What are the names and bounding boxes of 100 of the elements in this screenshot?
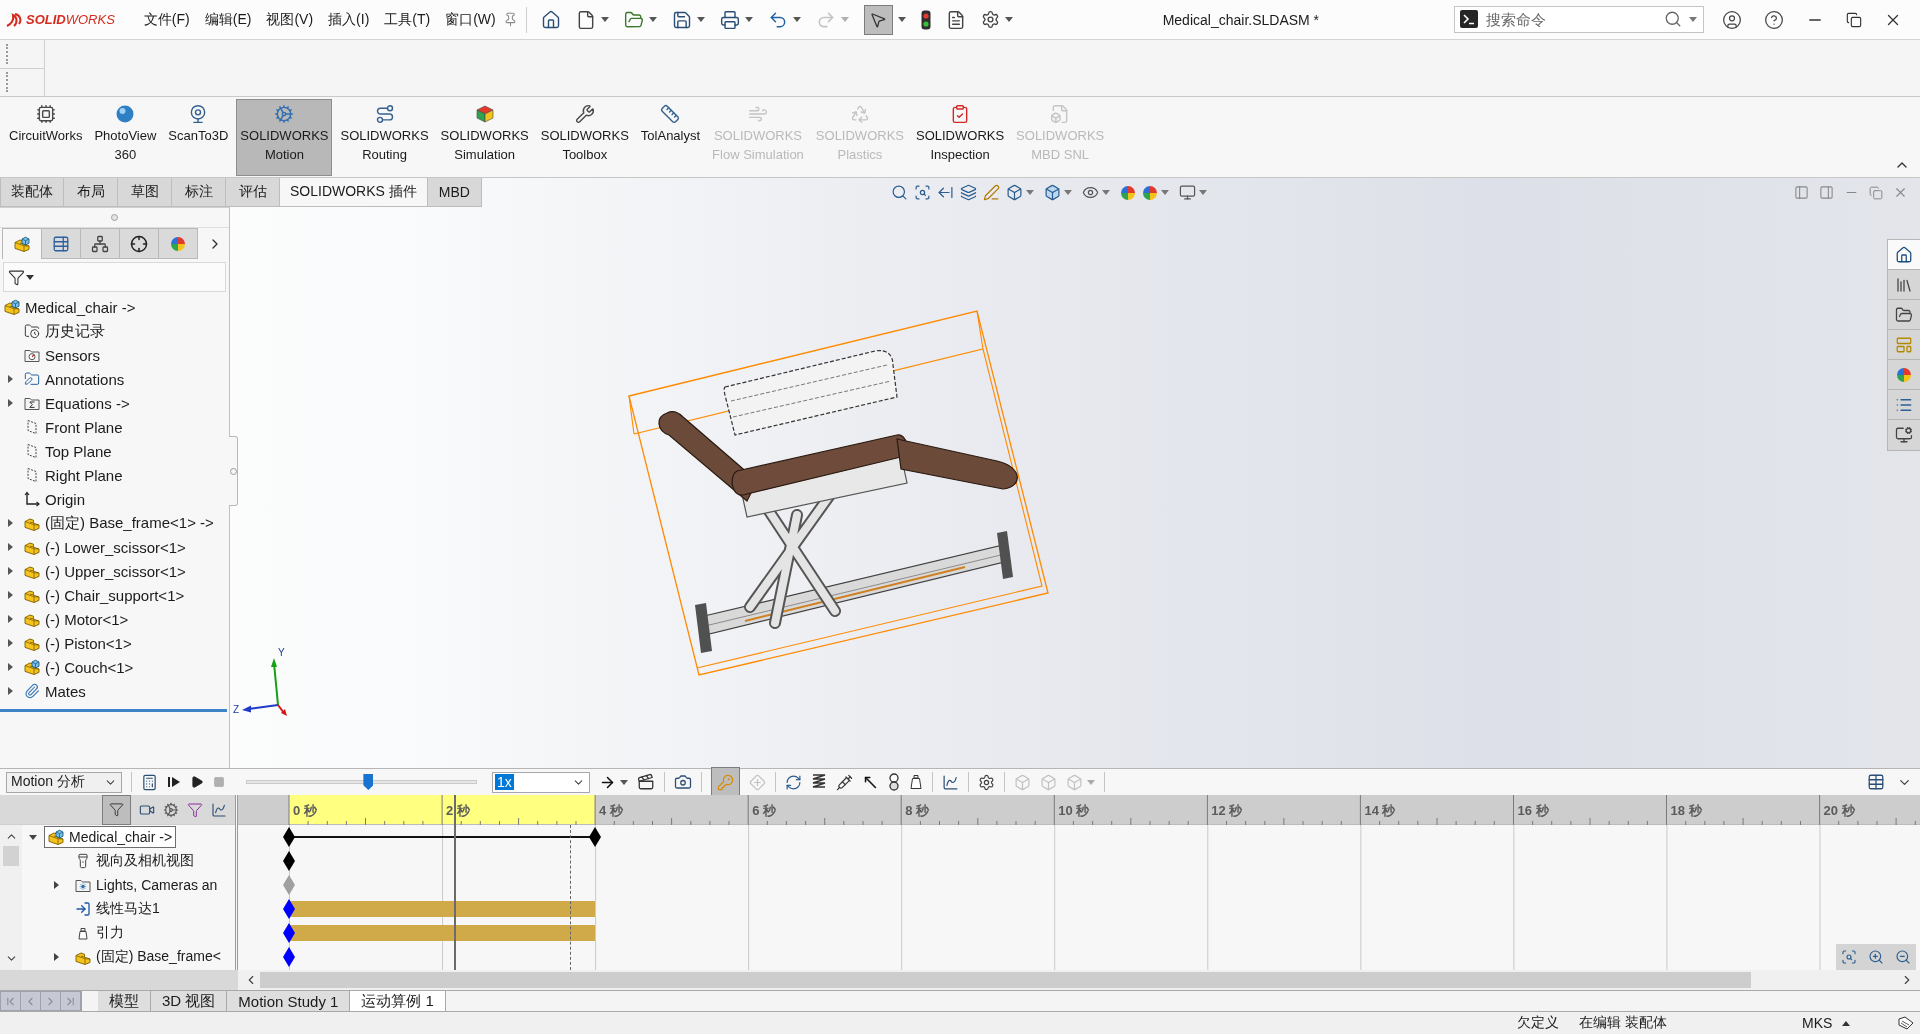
tree-item[interactable]: Medical_chair -> <box>0 296 140 318</box>
tree-item[interactable]: Top Plane <box>20 440 116 462</box>
slider-thumb[interactable] <box>363 774 374 790</box>
caret-right-icon[interactable] <box>7 639 13 647</box>
caret-down-icon[interactable] <box>897 17 906 22</box>
tree-item[interactable]: (-) Upper_scissor<1> <box>20 560 190 582</box>
tree-item[interactable]: Equations -> <box>20 392 134 414</box>
grip-handle-icon[interactable] <box>6 43 8 64</box>
tree-item[interactable]: Medical_chair -> <box>44 826 177 848</box>
tree-item[interactable]: (-) Chair_support<1> <box>20 584 189 606</box>
ribbon-tab[interactable]: 装配体 <box>0 178 64 207</box>
contact-balls-icon[interactable] <box>888 773 900 791</box>
caret-down-icon[interactable] <box>792 17 801 22</box>
caret-right-icon[interactable] <box>53 881 59 889</box>
caret-right-icon[interactable] <box>7 519 13 527</box>
camera-icon[interactable] <box>674 773 692 791</box>
spring-icon[interactable] <box>811 773 827 791</box>
caret-right-icon[interactable] <box>7 399 13 407</box>
open-folder-icon[interactable] <box>623 9 644 30</box>
task-pane-tab[interactable] <box>1888 240 1920 270</box>
splitter-grip-icon[interactable] <box>111 214 118 221</box>
caret-right-icon[interactable] <box>53 953 59 961</box>
keypoint-icon[interactable] <box>589 827 602 847</box>
caret-down-icon[interactable] <box>29 834 37 840</box>
task-pane-tab[interactable] <box>1888 270 1920 300</box>
tree-item[interactable]: Lights, Cameras an <box>71 874 222 896</box>
traffic-light-icon[interactable] <box>920 9 931 30</box>
tree-item[interactable]: (-) Lower_scissor<1> <box>20 536 190 558</box>
pen-icon[interactable] <box>982 184 1000 201</box>
panel-collapse-handle[interactable] <box>229 436 238 506</box>
menu-item[interactable]: 工具(T) <box>377 5 438 34</box>
caret-up-icon[interactable] <box>1842 1020 1850 1026</box>
keypoint-icon[interactable] <box>283 899 295 919</box>
tree-item[interactable]: 引力 <box>71 922 128 944</box>
caret-down-icon[interactable] <box>620 779 628 785</box>
tree-item[interactable]: (固定) Base_frame<1> -> <box>20 512 218 534</box>
ribbon-tab[interactable]: SOLIDWORKS 插件 <box>279 178 428 207</box>
study-tab[interactable]: 运动算例 1 <box>350 991 446 1011</box>
keypoint-icon[interactable] <box>283 947 295 967</box>
keypoint-icon[interactable] <box>283 923 295 943</box>
ribbon-tab[interactable]: MBD <box>426 178 482 207</box>
table-icon[interactable] <box>1867 773 1885 791</box>
zoom-out-icon[interactable] <box>1894 949 1911 965</box>
tree-item[interactable]: Origin <box>20 488 89 510</box>
zoom-area-icon[interactable] <box>913 184 931 201</box>
command-button[interactable]: SOLIDWORKS Simulation <box>436 99 533 176</box>
filter-field[interactable] <box>3 262 226 292</box>
caret-down-icon[interactable] <box>744 17 753 22</box>
settings-icon[interactable] <box>978 773 995 791</box>
keypoint-icon[interactable] <box>283 827 295 847</box>
play-icon[interactable] <box>190 775 204 789</box>
task-pane-tab[interactable] <box>1888 420 1920 450</box>
command-button[interactable]: SOLIDWORKS Toolbox <box>536 99 633 176</box>
magnifier-icon[interactable] <box>890 184 908 201</box>
command-button[interactable]: TolAnalyst <box>636 99 705 176</box>
caret-down-icon[interactable] <box>1689 16 1697 22</box>
study-type-dropdown[interactable]: Motion 分析 <box>6 771 122 793</box>
tree-item[interactable]: Front Plane <box>20 416 127 438</box>
tree-item[interactable]: Mates <box>20 680 90 702</box>
tree-item[interactable]: (-) Motor<1> <box>20 608 133 630</box>
zoom-in-icon[interactable] <box>1868 949 1884 965</box>
caret-right-icon[interactable] <box>7 591 13 599</box>
units-text[interactable]: MKS <box>1802 1015 1836 1031</box>
command-button[interactable]: SOLIDWORKS Routing <box>336 99 433 176</box>
weight-icon[interactable] <box>909 774 923 790</box>
tag-icon[interactable] <box>1898 1016 1914 1030</box>
caret-right-icon[interactable] <box>7 687 13 695</box>
menu-item[interactable]: 文件(F) <box>136 5 197 34</box>
panel-tab[interactable] <box>41 228 81 259</box>
tree-item[interactable]: Right Plane <box>20 464 127 486</box>
ribbon-tab[interactable]: 标注 <box>171 178 226 207</box>
monitor-icon[interactable] <box>1178 184 1196 201</box>
home-icon[interactable] <box>540 9 561 30</box>
command-button[interactable]: SOLIDWORKS Inspection <box>912 99 1009 176</box>
caret-right-icon[interactable] <box>7 615 13 623</box>
ribbon-tab[interactable]: 布局 <box>63 178 118 207</box>
caret-right-icon[interactable] <box>7 567 13 575</box>
arrow-left-icon[interactable] <box>936 184 954 201</box>
play-from-start-icon[interactable] <box>167 775 181 789</box>
cube-icon[interactable] <box>1005 184 1023 201</box>
clapperboard-icon[interactable] <box>637 773 655 791</box>
panel-tab[interactable] <box>80 228 120 259</box>
scroll-thumb[interactable] <box>3 846 19 866</box>
study-tab[interactable]: Motion Study 1 <box>227 991 351 1011</box>
tile-right-icon[interactable] <box>1819 185 1834 200</box>
caret-down-icon[interactable] <box>1004 17 1013 22</box>
caret-down-icon[interactable] <box>648 17 657 22</box>
tree-item[interactable]: Sensors <box>20 344 105 366</box>
save-icon[interactable] <box>671 9 692 30</box>
menu-item[interactable]: 窗口(W) <box>438 5 503 34</box>
task-pane-tab[interactable] <box>1888 390 1920 420</box>
tree-item[interactable]: (-) Couch<1> <box>20 656 138 678</box>
select-tool-button[interactable] <box>863 4 893 35</box>
zoom-fit-icon[interactable] <box>1841 949 1858 965</box>
command-button[interactable]: PhotoView 360 <box>90 99 161 176</box>
gear-icon[interactable] <box>163 801 179 818</box>
menu-item[interactable]: 视图(V) <box>259 5 321 34</box>
chart-icon[interactable] <box>211 801 227 818</box>
grip-handle-icon[interactable] <box>6 72 8 93</box>
caret-down-icon[interactable] <box>696 17 705 22</box>
